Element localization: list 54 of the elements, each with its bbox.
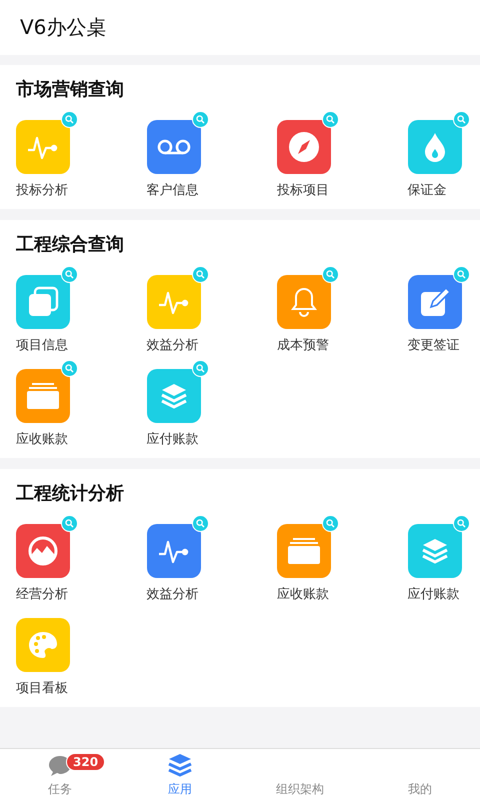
app-shortcut[interactable]: 客户信息 [146, 120, 277, 199]
shortcut-label: 应收账款 [277, 586, 329, 603]
app-shortcut[interactable]: 投标项目 [277, 120, 408, 199]
folder-icon [26, 382, 60, 410]
pulse-icon [156, 538, 190, 564]
shortcut-label: 效益分析 [146, 586, 198, 603]
gauge-icon [27, 535, 59, 567]
layers-icon [160, 382, 188, 410]
tab-item[interactable]: 组织架构 [240, 749, 360, 800]
layers-icon [168, 753, 192, 777]
app-shortcut[interactable]: 应付账款 [146, 369, 277, 448]
app-shortcut[interactable]: 投标分析 [16, 120, 146, 199]
tab-item[interactable]: 我的 [360, 749, 480, 800]
shortcut-label: 项目信息 [16, 337, 68, 354]
app-shortcut[interactable]: 项目信息 [16, 275, 146, 354]
shortcut-label: 成本预警 [277, 337, 329, 354]
app-shortcut[interactable]: 应收账款 [277, 524, 408, 603]
app-shortcut[interactable]: 保证金 [408, 120, 480, 199]
tab-item[interactable]: 320 任务 [0, 749, 120, 800]
copy-icon [27, 286, 59, 318]
shortcut-label: 应收账款 [16, 431, 68, 448]
palette-icon [28, 631, 58, 659]
compass-icon [288, 131, 320, 163]
section-title: 工程统计分析 [16, 482, 124, 505]
app-shortcut[interactable]: 经营分析 [16, 524, 146, 603]
app-shortcut[interactable]: 效益分析 [146, 275, 277, 354]
app-shortcut[interactable]: 项目看板 [16, 618, 146, 697]
page-title: V6办公桌 [20, 14, 106, 41]
count-badge: 320 [66, 753, 106, 771]
pulse-icon [156, 289, 190, 315]
folder-icon [287, 537, 321, 565]
app-shortcut[interactable]: 应付账款 [408, 524, 480, 603]
shortcut-label: 投标分析 [16, 182, 68, 199]
shortcut-label: 保证金 [408, 182, 446, 199]
app-shortcut[interactable]: 变更签证 [408, 275, 480, 354]
tab-item[interactable]: 应用 [120, 749, 240, 800]
bell-icon [291, 287, 317, 317]
edit-icon [418, 286, 450, 318]
shortcut-label: 投标项目 [277, 182, 329, 199]
section-title: 市场营销查询 [16, 78, 124, 101]
app-shortcut[interactable]: 应收账款 [16, 369, 146, 448]
shortcut-label: 变更签证 [408, 337, 460, 354]
pulse-icon [26, 134, 60, 160]
app-shortcut[interactable]: 效益分析 [146, 524, 277, 603]
layers-icon [420, 537, 448, 565]
shortcut-label: 应付账款 [408, 586, 460, 603]
shortcut-label: 客户信息 [146, 182, 198, 199]
shortcut-label: 效益分析 [146, 337, 198, 354]
voicemail-icon [156, 139, 190, 155]
shortcut-label: 项目看板 [16, 680, 68, 697]
shortcut-label: 应付账款 [146, 431, 198, 448]
app-shortcut[interactable]: 成本预警 [277, 275, 408, 354]
section-title: 工程综合查询 [16, 233, 124, 256]
shortcut-label: 经营分析 [16, 586, 68, 603]
